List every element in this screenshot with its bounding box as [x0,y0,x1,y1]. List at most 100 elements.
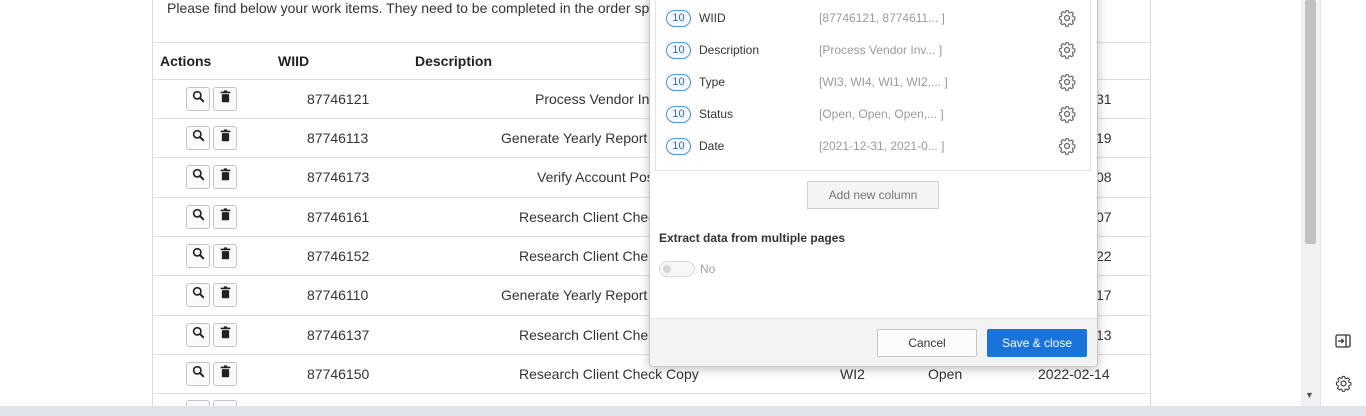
wiid-cell: 87746152 [307,248,370,264]
gear-icon[interactable] [1058,105,1076,123]
date-cell: 07 [1096,209,1112,225]
trash-icon [219,247,232,265]
description-cell: Generate Yearly Report [501,287,648,303]
delete-button[interactable] [213,244,237,268]
count-badge: 10 [666,42,691,59]
delete-button[interactable] [213,205,237,229]
column-name: Date [699,139,725,153]
view-button[interactable] [186,165,210,189]
column-name: Type [699,75,726,89]
date-cell: 31 [1096,91,1112,107]
view-button[interactable] [186,283,210,307]
date-cell: 17 [1096,287,1112,303]
delete-button[interactable] [213,165,237,189]
date-cell: 08 [1096,169,1112,185]
date-cell: 19 [1096,130,1112,146]
description-cell: Verify Account Pos [537,169,654,185]
view-button[interactable] [186,126,210,150]
column-row-type: 10 Type [WI3, WI4, WI1, WI2,... ] [666,73,1086,95]
status-cell: Open [928,366,963,382]
delete-button[interactable] [213,126,237,150]
date-cell: 2022-02-14 [1038,366,1110,382]
delete-button[interactable] [213,283,237,307]
gear-icon[interactable] [1058,73,1076,91]
count-badge: 10 [666,138,691,155]
column-row-status: 10 Status [Open, Open, Open,... ] [666,105,1086,127]
count-badge: 10 [666,106,691,123]
delete-button[interactable] [213,323,237,347]
description-cell: Research Client Chec [519,209,656,225]
save-and-close-button[interactable]: Save & close [987,329,1087,357]
table-row [152,393,1151,407]
view-button[interactable] [186,323,210,347]
search-icon [192,208,205,226]
trash-icon [219,365,232,383]
search-icon [192,365,205,383]
column-row-date: 10 Date [2021-12-31, 2021-0... ] [666,137,1086,159]
toggle-state-label: No [700,262,716,276]
delete-button[interactable] [213,362,237,386]
date-cell: 22 [1096,248,1112,264]
gear-icon[interactable] [1058,137,1076,155]
column-row-description: 10 Description [Process Vendor Inv... ] [666,41,1086,63]
gear-icon[interactable] [1058,41,1076,59]
search-icon [192,90,205,108]
search-icon [192,129,205,147]
column-row-wiid: 10 WIID [87746121, 8774611... ] [666,9,1086,31]
date-cell: 13 [1096,327,1112,343]
intro-text: Please find below your work items. They … [167,0,650,16]
wiid-cell: 87746137 [307,327,370,343]
search-icon [192,326,205,344]
settings-icon[interactable] [1333,373,1353,393]
description-cell: Process Vendor In [535,91,650,107]
delete-button[interactable] [213,87,237,111]
wiid-cell: 87746113 [307,130,369,146]
trash-icon [219,208,232,226]
screen: Please find below your work items. They … [0,0,1366,416]
description-cell: Research Client Che [519,248,649,264]
column-sample: [Process Vendor Inv... ] [819,43,943,57]
view-button[interactable] [186,362,210,386]
search-icon [192,168,205,186]
wiid-cell: 87746161 [307,209,370,225]
trash-icon [219,168,232,186]
gear-icon[interactable] [1058,9,1076,27]
view-button[interactable] [186,87,210,111]
count-badge: 10 [666,74,691,91]
count-badge: 10 [666,10,691,27]
view-button[interactable] [186,244,210,268]
view-button[interactable] [186,205,210,229]
trash-icon [219,286,232,304]
wiid-cell: 87746121 [307,91,370,107]
taskbar-strip [0,406,1366,416]
wiid-cell: 87746150 [307,366,370,382]
extract-multiple-pages-label: Extract data from multiple pages [659,231,846,245]
wiid-cell: 87746173 [307,169,370,185]
description-cell: Research Client Che [519,327,649,343]
trash-icon [219,129,232,147]
column-sample: [Open, Open, Open,... ] [819,107,944,121]
cancel-button[interactable]: Cancel [877,329,977,357]
scroll-down-arrow[interactable]: ▼ [1305,390,1314,400]
scrollbar-thumb[interactable] [1305,0,1316,244]
column-name: Description [699,43,760,57]
column-header-wiid: WIID [278,53,310,69]
trash-icon [219,326,232,344]
column-name: Status [699,107,734,121]
column-sample: [87746121, 8774611... ] [819,11,945,25]
trash-icon [219,90,232,108]
column-sample: [WI3, WI4, WI1, WI2,... ] [819,75,948,89]
multi-page-toggle[interactable] [659,261,695,277]
column-header-description: Description [415,53,493,69]
column-sample: [2021-12-31, 2021-0... ] [819,139,945,153]
wiid-cell: 87746110 [307,287,369,303]
toggle-knob [663,265,671,273]
description-cell: Research Client Check Copy [519,366,699,382]
add-new-column-button[interactable]: Add new column [807,181,939,209]
search-icon [192,286,205,304]
column-header-actions: Actions [160,53,212,69]
description-cell: Generate Yearly Report [501,130,648,146]
column-name: WIID [699,11,726,25]
type-cell: WI2 [840,366,865,382]
panel-expand-icon[interactable] [1333,331,1353,351]
